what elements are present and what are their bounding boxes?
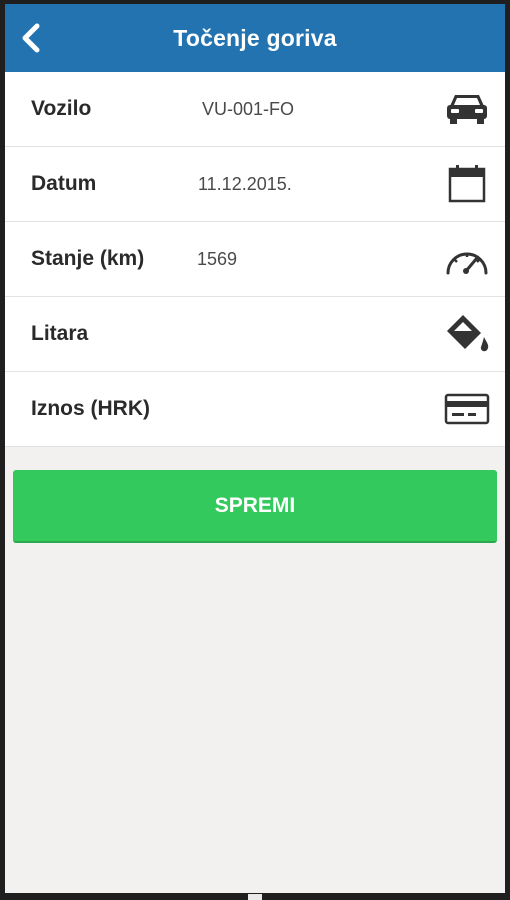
- app-screen: Točenje goriva Vozilo VU-001-FO Datum 11…: [5, 4, 505, 893]
- credit-card-icon: [443, 389, 491, 429]
- save-button[interactable]: SPREMI: [13, 470, 497, 543]
- paint-bucket-icon: [443, 314, 491, 354]
- fuel-form: Vozilo VU-001-FO Datum 11.12.2015. Stanj…: [5, 72, 505, 447]
- odometer-value[interactable]: 1569: [197, 249, 237, 270]
- vehicle-value[interactable]: VU-001-FO: [202, 99, 294, 120]
- page-title: Točenje goriva: [173, 24, 337, 51]
- app-header: Točenje goriva: [5, 4, 505, 72]
- odometer-field[interactable]: Stanje (km) 1569: [5, 222, 505, 297]
- speedometer-icon: [443, 239, 491, 279]
- vehicle-label: Vozilo: [31, 97, 92, 120]
- date-label: Datum: [31, 172, 97, 195]
- chevron-left-icon: [22, 23, 40, 53]
- amount-field[interactable]: Iznos (HRK): [5, 372, 505, 447]
- date-field[interactable]: Datum 11.12.2015.: [5, 147, 505, 222]
- back-button[interactable]: [13, 18, 49, 58]
- liters-field[interactable]: Litara: [5, 297, 505, 372]
- odometer-label: Stanje (km): [31, 247, 145, 270]
- date-value[interactable]: 11.12.2015.: [198, 174, 292, 195]
- amount-label: Iznos (HRK): [31, 397, 150, 420]
- liters-label: Litara: [31, 322, 89, 345]
- car-icon: [443, 89, 491, 129]
- nav-indicator: [248, 894, 262, 900]
- calendar-icon: [443, 164, 491, 204]
- vehicle-field[interactable]: Vozilo VU-001-FO: [5, 72, 505, 147]
